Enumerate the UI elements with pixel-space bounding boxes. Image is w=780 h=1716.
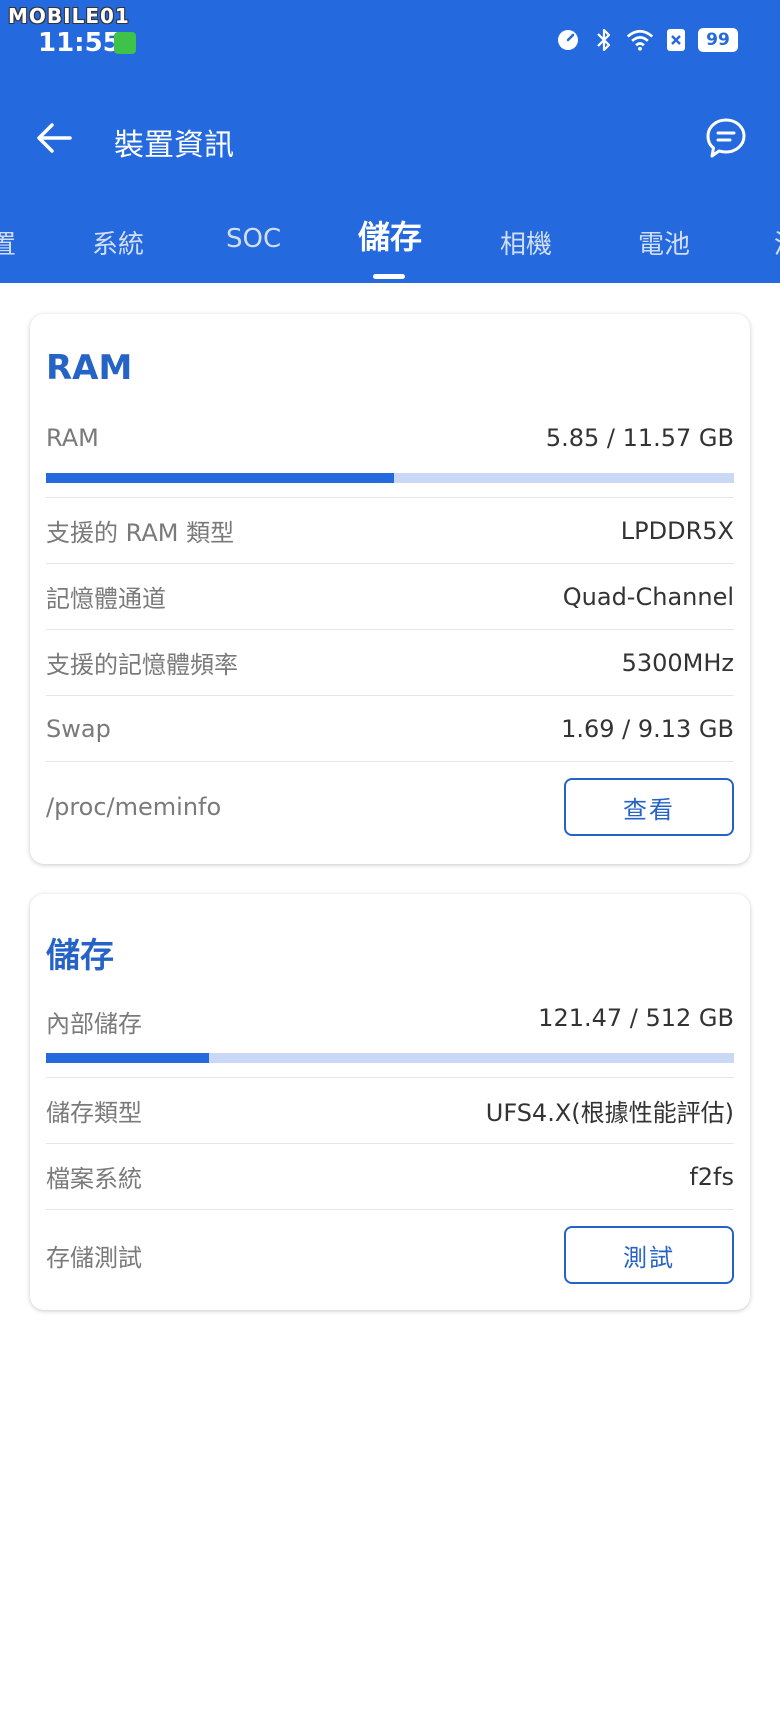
- memory-channel-value: Quad-Channel: [562, 582, 734, 611]
- file-system-label: 檔案系統: [46, 1165, 142, 1193]
- internal-storage-value: 121.47 / 512 GB: [538, 1004, 734, 1032]
- memory-frequency-label: 支援的記憶體頻率: [46, 651, 238, 679]
- ram-usage-value: 5.85 / 11.57 GB: [545, 424, 734, 452]
- back-arrow-icon[interactable]: [34, 118, 74, 158]
- storage-type-row: 儲存類型 UFS4.X(根據性能評估): [46, 1078, 734, 1144]
- status-time: 11:55: [38, 28, 121, 58]
- meminfo-label: /proc/meminfo: [46, 793, 222, 821]
- tab-storage[interactable]: 儲存: [358, 212, 422, 258]
- tab-battery[interactable]: 電池: [638, 224, 690, 261]
- storage-usage-track: [46, 1053, 734, 1063]
- swap-row: Swap 1.69 / 9.13 GB: [46, 696, 734, 762]
- app-header: MOBILE01 11:55 99 裝置資訊 置 系統 SOC 儲存 相機 電池…: [0, 0, 780, 283]
- tab-system[interactable]: 系統: [92, 224, 144, 261]
- meminfo-row: /proc/meminfo 查看: [46, 762, 734, 852]
- storage-usage-fill: [46, 1053, 210, 1063]
- ram-type-value: LPDDR5X: [620, 516, 734, 545]
- page-title: 裝置資訊: [114, 128, 234, 163]
- bluetooth-icon: [590, 26, 618, 54]
- ram-usage-label: RAM: [46, 424, 99, 452]
- battery-icon: 99: [698, 28, 738, 52]
- storage-test-row: 存儲測試 測試: [46, 1210, 734, 1300]
- tab-camera[interactable]: 相機: [500, 224, 552, 261]
- ram-type-row: 支援的 RAM 類型 LPDDR5X: [46, 498, 734, 564]
- memory-channel-label: 記憶體通道: [46, 585, 166, 613]
- memory-frequency-row: 支援的記憶體頻率 5300MHz: [46, 630, 734, 696]
- ram-card-title: RAM: [46, 348, 133, 388]
- storage-type-label: 儲存類型: [46, 1099, 142, 1127]
- swap-label: Swap: [46, 714, 111, 743]
- internal-storage-row: 內部儲存 121.47 / 512 GB: [46, 990, 734, 1078]
- storage-test-button[interactable]: 測試: [564, 1226, 734, 1284]
- ram-card: RAM RAM 5.85 / 11.57 GB 支援的 RAM 類型 LPDDR…: [30, 314, 750, 864]
- tab-prev-partial[interactable]: 置: [0, 224, 16, 261]
- sim-off-icon: [662, 26, 690, 54]
- ram-usage-track: [46, 473, 734, 483]
- ram-type-label: 支援的 RAM 類型: [46, 519, 235, 547]
- memory-frequency-value: 5300MHz: [621, 648, 734, 677]
- tab-next-partial[interactable]: 溫: [774, 224, 780, 261]
- ram-usage-fill: [46, 473, 394, 483]
- watermark: MOBILE01: [8, 4, 130, 28]
- active-tab-indicator: [373, 274, 405, 279]
- storage-test-label: 存儲測試: [46, 1243, 142, 1272]
- storage-card: 儲存 內部儲存 121.47 / 512 GB 儲存類型 UFS4.X(根據性能…: [30, 894, 750, 1310]
- file-system-value: f2fs: [689, 1162, 734, 1191]
- internal-storage-label: 內部儲存: [46, 1010, 142, 1038]
- file-system-row: 檔案系統 f2fs: [46, 1144, 734, 1210]
- app-notification-icon: [114, 32, 136, 54]
- speedometer-icon: [554, 26, 582, 54]
- status-icons: 99: [554, 26, 738, 54]
- tab-soc[interactable]: SOC: [226, 224, 281, 254]
- storage-type-value: UFS4.X(根據性能評估): [485, 1099, 734, 1127]
- feedback-chat-icon[interactable]: [704, 116, 748, 160]
- memory-channel-row: 記憶體通道 Quad-Channel: [46, 564, 734, 630]
- ram-usage-row: RAM 5.85 / 11.57 GB: [46, 410, 734, 498]
- swap-value: 1.69 / 9.13 GB: [561, 714, 734, 743]
- view-meminfo-button[interactable]: 查看: [564, 778, 734, 836]
- wifi-icon: [626, 26, 654, 54]
- tab-bar: 置 系統 SOC 儲存 相機 電池 溫: [0, 218, 780, 279]
- storage-card-title: 儲存: [46, 936, 114, 976]
